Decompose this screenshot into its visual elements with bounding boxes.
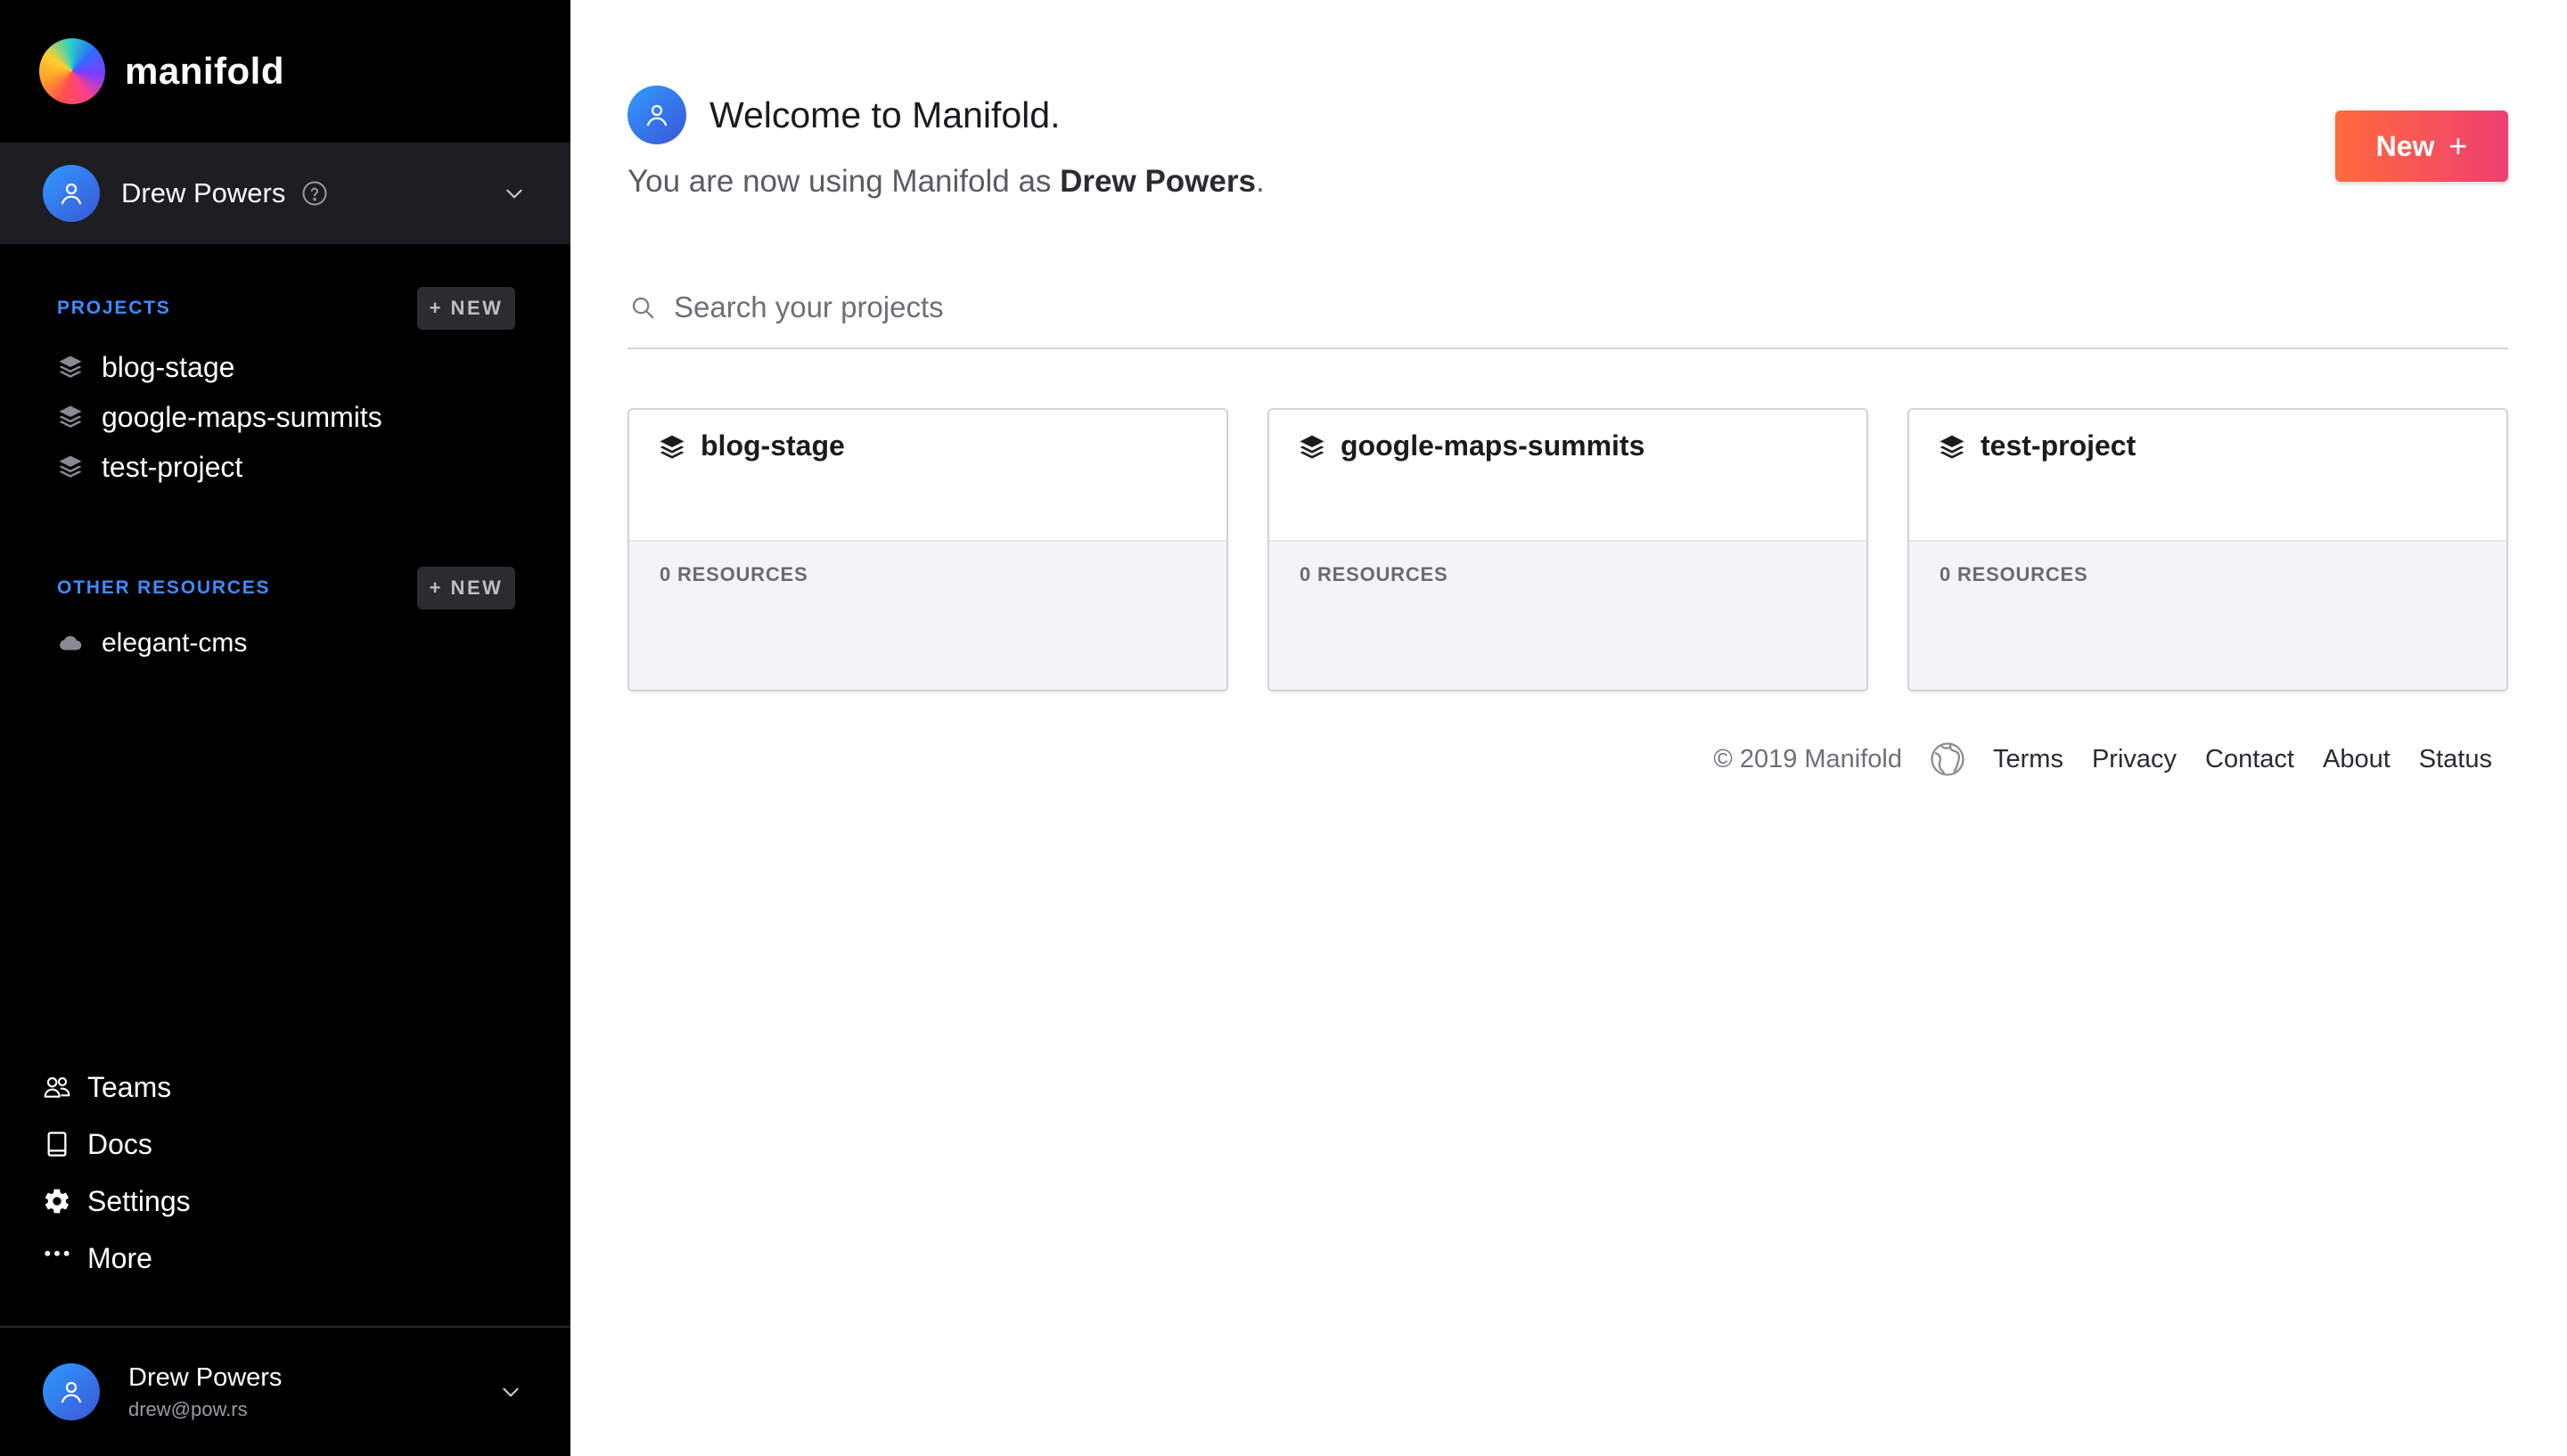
card-header: google-maps-summits <box>1269 410 1866 540</box>
welcome-header: Welcome to Manifold. <box>627 86 1060 144</box>
bottom-nav: Teams Docs Settings More <box>0 1059 570 1287</box>
user-switcher-name: Drew Powers <box>121 177 286 209</box>
sidebar-item-blog-stage[interactable]: blog-stage <box>0 342 570 392</box>
projects-section: PROJECTS + NEW blog-stage google-maps-su… <box>0 287 570 492</box>
chevron-down-icon[interactable] <box>503 182 526 205</box>
layers-icon <box>59 356 82 378</box>
nav-more-label: More <box>87 1241 152 1274</box>
user-icon <box>61 1381 82 1403</box>
users-icon <box>44 1076 70 1098</box>
sidebar: manifold Drew Powers PROJECTS + NEW blog… <box>0 0 570 1456</box>
footer-link-terms[interactable]: Terms <box>1993 745 2063 774</box>
app-root: manifold Drew Powers PROJECTS + NEW blog… <box>0 0 2567 1456</box>
globe-icon <box>1931 742 1964 776</box>
copyright: © 2019 Manifold <box>1713 744 1902 773</box>
sidebar-item-label: test-project <box>102 450 243 483</box>
user-icon <box>646 104 668 127</box>
account-email: drew@pow.rs <box>128 1397 248 1420</box>
new-button-label: New <box>2375 129 2435 162</box>
project-cards: blog-stage 0 RESOURCES google-maps-summi… <box>627 408 2508 691</box>
layers-icon <box>59 405 82 428</box>
project-card-blog-stage[interactable]: blog-stage 0 RESOURCES <box>627 408 1228 691</box>
projects-title: PROJECTS <box>57 298 171 318</box>
nav-settings[interactable]: Settings <box>0 1173 570 1230</box>
brand-name: manifold <box>125 50 284 92</box>
search-input[interactable] <box>674 290 2278 324</box>
avatar <box>43 165 100 222</box>
projects-header: PROJECTS + NEW <box>0 287 570 331</box>
card-title: blog-stage <box>701 429 845 462</box>
card-header: blog-stage <box>629 410 1226 540</box>
project-card-test-project[interactable]: test-project 0 RESOURCES <box>1907 408 2508 691</box>
other-resources-section: OTHER RESOURCES + NEW elegant-cms <box>0 567 570 668</box>
subtitle-suffix: . <box>1255 164 1265 199</box>
avatar <box>43 1363 100 1420</box>
nav-teams[interactable]: Teams <box>0 1059 570 1116</box>
brand[interactable]: manifold <box>39 37 284 105</box>
nav-settings-label: Settings <box>87 1184 191 1217</box>
chevron-down-icon[interactable] <box>499 1380 522 1403</box>
manifold-logo <box>39 38 105 104</box>
sidebar-item-label: elegant-cms <box>102 628 248 658</box>
other-resources-header: OTHER RESOURCES + NEW <box>0 567 570 611</box>
other-resources-title: OTHER RESOURCES <box>57 577 271 598</box>
new-resource-button[interactable]: + NEW <box>417 567 515 609</box>
more-dots-icon <box>45 1250 70 1256</box>
sidebar-item-google-maps-summits[interactable]: google-maps-summits <box>0 392 570 442</box>
user-icon <box>61 183 82 205</box>
layers-icon <box>59 455 82 478</box>
layers-icon <box>660 435 685 459</box>
page-subtitle: You are now using Manifold as Drew Power… <box>627 164 1265 200</box>
main-content: Welcome to Manifold. You are now using M… <box>570 0 2567 1456</box>
nav-teams-label: Teams <box>87 1070 172 1103</box>
account-menu[interactable]: Drew Powers drew@pow.rs <box>0 1326 570 1456</box>
account-name: Drew Powers <box>128 1362 283 1392</box>
card-resources: 0 RESOURCES <box>1909 540 2506 690</box>
footer-link-about[interactable]: About <box>2323 745 2391 774</box>
project-card-google-maps-summits[interactable]: google-maps-summits 0 RESOURCES <box>1267 408 1868 691</box>
card-title: test-project <box>1981 429 2136 462</box>
card-title: google-maps-summits <box>1341 429 1645 462</box>
card-header: test-project <box>1909 410 2506 540</box>
book-icon <box>47 1132 67 1157</box>
footer-link-status[interactable]: Status <box>2419 745 2492 774</box>
nav-docs-label: Docs <box>87 1127 152 1160</box>
card-resources: 0 RESOURCES <box>629 540 1226 690</box>
sidebar-item-elegant-cms[interactable]: elegant-cms <box>0 618 570 668</box>
gear-icon <box>45 1189 69 1214</box>
new-project-button[interactable]: + NEW <box>417 287 515 330</box>
sidebar-item-label: google-maps-summits <box>102 400 382 433</box>
footer-link-privacy[interactable]: Privacy <box>2092 745 2177 774</box>
user-switcher[interactable]: Drew Powers <box>0 143 570 244</box>
cloud-icon <box>60 635 82 650</box>
layers-icon <box>1300 435 1325 459</box>
account-info: Drew Powers drew@pow.rs <box>128 1363 282 1421</box>
page-title: Welcome to Manifold. <box>709 94 1061 135</box>
footer-link-contact[interactable]: Contact <box>2205 745 2294 774</box>
project-search <box>627 267 2508 349</box>
new-button[interactable]: New + <box>2335 110 2508 182</box>
nav-more[interactable]: More <box>0 1230 570 1287</box>
plus-icon: + <box>2448 127 2468 164</box>
avatar <box>627 86 686 144</box>
subtitle-prefix: You are now using Manifold as <box>627 164 1061 199</box>
footer: © 2019 Manifold Terms Privacy Contact Ab… <box>1713 738 2492 781</box>
sidebar-item-test-project[interactable]: test-project <box>0 442 570 492</box>
sidebar-item-label: blog-stage <box>102 350 235 383</box>
layers-icon <box>1940 435 1964 459</box>
help-circle-icon[interactable] <box>301 180 328 207</box>
nav-docs[interactable]: Docs <box>0 1116 570 1173</box>
subtitle-user-name: Drew Powers <box>1060 164 1256 199</box>
card-resources: 0 RESOURCES <box>1269 540 1866 690</box>
search-icon <box>632 297 654 319</box>
